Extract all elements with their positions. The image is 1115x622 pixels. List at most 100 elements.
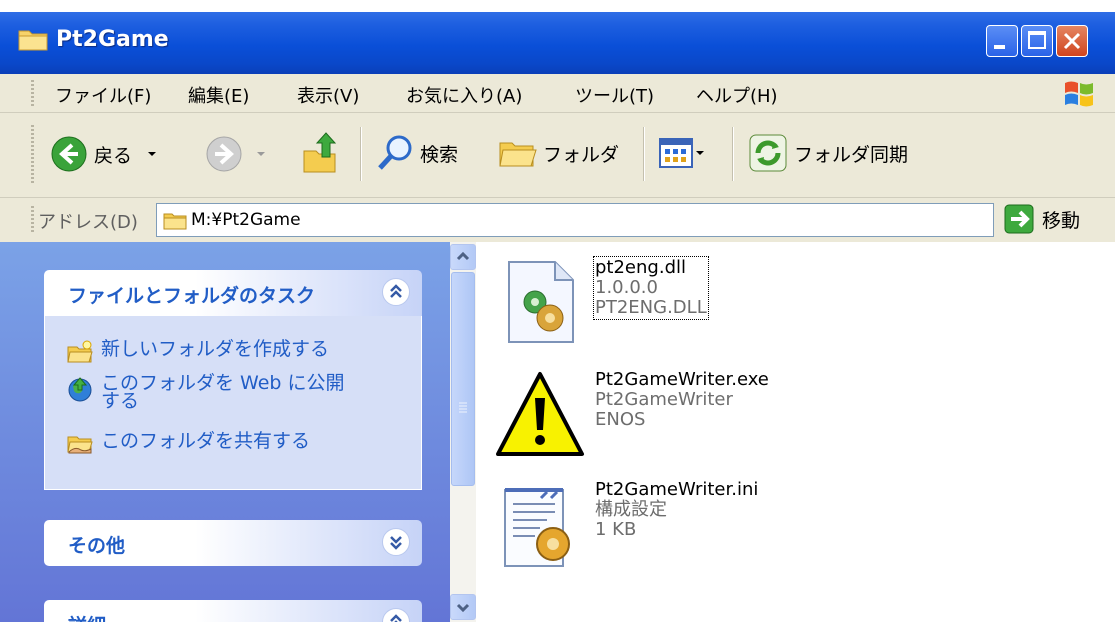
scroll-thumb[interactable]: [451, 272, 475, 486]
file-description: ENOS: [595, 409, 646, 430]
warning-icon: [496, 372, 584, 456]
task-publish-web[interactable]: このフォルダを Web に公開 する: [67, 374, 345, 412]
maximize-button[interactable]: [1021, 25, 1053, 57]
back-button[interactable]: 戻る: [50, 135, 162, 173]
collapse-button[interactable]: [382, 278, 410, 306]
address-label: アドレス(D): [38, 212, 138, 233]
go-arrow-icon: [1004, 204, 1034, 234]
folder-sync-icon: [749, 134, 787, 172]
scroll-up-button[interactable]: [450, 244, 476, 270]
explorer-window: Pt2Game ファイル(F) 編集(E) 表示(V) お気に入り(A) ツール…: [0, 0, 1115, 622]
other-places-title: その他: [68, 535, 126, 557]
task-new-folder-label: 新しいフォルダを作成する: [101, 338, 330, 360]
scroll-up-icon: [456, 251, 470, 261]
go-label: 移動: [1042, 209, 1081, 232]
file-list: pt2eng.dll 1.0.0.0 PT2ENG.DLL Pt2GameWri…: [477, 242, 1115, 622]
menu-tools[interactable]: ツール(T): [575, 82, 654, 108]
task-share-folder[interactable]: このフォルダを共有する: [67, 432, 310, 456]
search-icon: [378, 135, 412, 170]
address-value: M:¥Pt2Game: [191, 210, 301, 230]
chevron-up-icon: [390, 284, 402, 298]
windows-logo-icon: [1065, 81, 1093, 107]
address-input[interactable]: M:¥Pt2Game: [156, 203, 994, 237]
task-pane: ファイルとフォルダのタスク 新しいフォルダを作成する このフォルダを Web に…: [0, 242, 450, 622]
collapse-button[interactable]: [382, 608, 410, 622]
details-title: 詳細: [68, 611, 106, 622]
publish-web-icon: [68, 377, 92, 402]
details-header[interactable]: 詳細: [44, 600, 422, 622]
menu-view[interactable]: 表示(V): [297, 82, 359, 108]
file-company: Pt2GameWriter: [595, 389, 733, 410]
title-bar-top-edge: [0, 0, 1115, 12]
views-icon: [659, 138, 693, 168]
minimize-button[interactable]: [986, 25, 1018, 57]
forward-arrow-icon: [206, 136, 242, 172]
file-text: Pt2GameWriter.ini 構成設定 1 KB: [595, 480, 758, 540]
menu-bar: ファイル(F) 編集(E) 表示(V) お気に入り(A) ツール(T) ヘルプ(…: [0, 74, 1115, 113]
go-button[interactable]: 移動: [1004, 204, 1080, 234]
maximize-icon: [1028, 31, 1046, 49]
back-label: 戻る: [94, 144, 133, 167]
folders-button[interactable]: フォルダ: [497, 133, 619, 173]
task-new-folder[interactable]: 新しいフォルダを作成する: [67, 340, 329, 364]
views-dropdown-icon[interactable]: [693, 143, 707, 163]
other-places-header[interactable]: その他: [44, 520, 422, 566]
folder-icon: [163, 213, 187, 230]
views-button[interactable]: [659, 137, 707, 169]
chevron-down-icon: [390, 536, 402, 550]
minimize-icon: [994, 45, 1005, 49]
folders-icon: [499, 142, 537, 167]
address-bar: アドレス(D) M:¥Pt2Game 移動: [0, 198, 1115, 242]
forward-button[interactable]: [205, 135, 271, 173]
file-text: pt2eng.dll 1.0.0.0 PT2ENG.DLL: [593, 256, 709, 320]
dll-file-icon: [508, 261, 574, 343]
expand-button[interactable]: [382, 528, 410, 556]
menu-grip[interactable]: [31, 80, 34, 106]
file-name: Pt2GameWriter.ini: [595, 479, 759, 500]
forward-dropdown-icon[interactable]: [251, 144, 271, 164]
standard-toolbar: 戻る 検索 フォルダ フォルダ同期: [0, 113, 1115, 198]
task-publish-web-label-line2: する: [101, 390, 140, 412]
back-arrow-icon: [51, 136, 87, 172]
toolbar-separator: [732, 127, 734, 181]
search-label: 検索: [420, 143, 459, 166]
window-title: Pt2Game: [56, 27, 169, 52]
toolbar-separator: [643, 127, 645, 181]
file-type: 構成設定: [595, 499, 667, 520]
file-version: 1.0.0.0: [595, 277, 658, 298]
search-button[interactable]: 検索: [376, 133, 458, 173]
folder-sync-button[interactable]: フォルダ同期: [748, 133, 908, 173]
file-folder-tasks-title: ファイルとフォルダのタスク: [68, 285, 316, 307]
chevron-up-icon: [390, 614, 402, 622]
share-folder-icon: [67, 436, 93, 454]
file-description: PT2ENG.DLL: [595, 297, 707, 318]
ini-file-icon: [504, 488, 570, 567]
back-dropdown-icon[interactable]: [142, 144, 162, 164]
folders-label: フォルダ: [543, 143, 620, 166]
menu-file[interactable]: ファイル(F): [55, 82, 151, 108]
scroll-down-icon: [456, 603, 470, 613]
scroll-down-button[interactable]: [450, 594, 476, 620]
folder-sync-label: フォルダ同期: [794, 143, 909, 166]
up-folder-icon: [303, 132, 337, 173]
menu-help[interactable]: ヘルプ(H): [696, 82, 778, 108]
file-size: 1 KB: [595, 519, 637, 540]
file-name: Pt2GameWriter.exe: [595, 369, 769, 390]
menu-favorites[interactable]: お気に入り(A): [406, 82, 522, 108]
file-folder-tasks-body: 新しいフォルダを作成する このフォルダを Web に公開 する このフォルダを共…: [44, 316, 422, 490]
up-folder-button[interactable]: [300, 131, 342, 175]
vertical-scrollbar[interactable]: [450, 242, 476, 622]
menu-edit[interactable]: 編集(E): [188, 82, 249, 108]
address-grip[interactable]: [31, 206, 34, 234]
file-folder-tasks-header[interactable]: ファイルとフォルダのタスク: [44, 270, 422, 316]
close-icon: [1063, 32, 1081, 50]
toolbar-separator: [360, 127, 362, 181]
new-folder-icon: [67, 340, 93, 363]
grip-lines-icon: [459, 402, 467, 413]
close-button[interactable]: [1056, 25, 1088, 57]
toolbar-grip[interactable]: [31, 125, 34, 185]
file-text: Pt2GameWriter.exe Pt2GameWriter ENOS: [595, 370, 769, 430]
folder-icon: [18, 30, 48, 51]
task-share-folder-label: このフォルダを共有する: [101, 430, 311, 452]
file-name: pt2eng.dll: [595, 257, 686, 278]
